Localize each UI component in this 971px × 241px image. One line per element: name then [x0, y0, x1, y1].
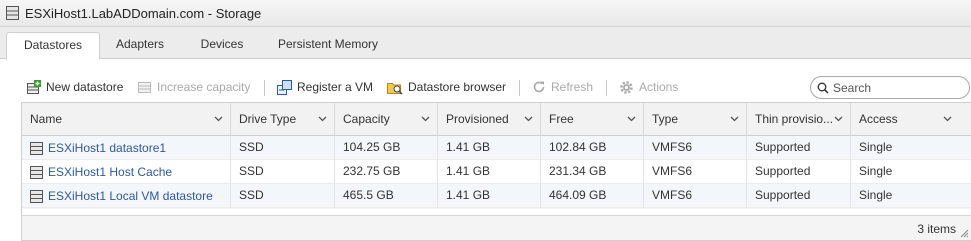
refresh-icon [533, 81, 545, 93]
resize-grip-icon[interactable] [960, 229, 969, 238]
search-icon [817, 82, 829, 94]
cell-thin-provisioning: Supported [747, 160, 851, 184]
cell-free: 231.34 GB [541, 160, 644, 184]
datastore-icon [30, 165, 43, 179]
table-header: Name Drive Type Capacity Provisioned Fre… [22, 103, 971, 136]
column-header-free[interactable]: Free [541, 103, 644, 136]
column-header-provisioned[interactable]: Provisioned [438, 103, 541, 136]
column-header-label: Type [652, 112, 679, 126]
window-title: ESXiHost1.LabADDomain.com - Storage [25, 5, 262, 21]
new-datastore-button[interactable]: New datastore [26, 76, 123, 98]
toolbar-separator [519, 80, 520, 96]
actions-button[interactable]: Actions [619, 76, 678, 98]
increase-capacity-icon [138, 81, 151, 93]
datastore-browser-icon [387, 82, 403, 95]
tab-devices[interactable]: Devices [186, 32, 258, 59]
column-header-capacity[interactable]: Capacity [335, 103, 438, 136]
cell-provisioned: 1.41 GB [438, 160, 541, 184]
table-row[interactable]: ESXiHost1 Host Cache SSD 232.75 GB 1.41 … [22, 160, 971, 184]
datastore-name-link[interactable]: ESXiHost1 Local VM datastore [48, 185, 213, 208]
cell-free: 464.09 GB [541, 184, 644, 208]
datastore-icon [30, 141, 43, 155]
toolbar-separator [264, 80, 265, 96]
cell-drive-type: SSD [231, 184, 335, 208]
tab-datastores[interactable]: Datastores [6, 32, 100, 60]
cell-capacity: 232.75 GB [335, 160, 438, 184]
window-titlebar: ESXiHost1.LabADDomain.com - Storage [0, 0, 971, 27]
tab-adapters[interactable]: Adapters [104, 32, 176, 59]
register-vm-label: Register a VM [297, 80, 374, 94]
cell-capacity: 104.25 GB [335, 136, 438, 160]
table-row[interactable]: ESXiHost1 datastore1 SSD 104.25 GB 1.41 … [22, 136, 971, 160]
column-header-access[interactable]: Access [851, 103, 971, 136]
refresh-button[interactable]: Refresh [532, 76, 593, 98]
column-header-label: Access [859, 112, 898, 126]
column-header-label: Capacity [343, 112, 390, 126]
datastore-browser-button[interactable]: Datastore browser [387, 76, 506, 98]
increase-capacity-button[interactable]: Increase capacity [137, 76, 250, 98]
datastore-browser-label: Datastore browser [408, 80, 507, 94]
cell-access: Single [859, 140, 893, 154]
cell-name[interactable]: ESXiHost1 Local VM datastore [22, 184, 231, 208]
chevron-down-icon[interactable] [524, 116, 533, 122]
column-header-label: Provisioned [446, 112, 509, 126]
cell-thin-provisioning: Supported [747, 184, 851, 208]
storage-icon [6, 6, 19, 20]
cell-drive-type: SSD [231, 160, 335, 184]
column-header-label: Drive Type [239, 112, 297, 126]
cell-access: Single [859, 164, 893, 178]
column-header-thin-provisioning[interactable]: Thin provisio... [747, 103, 851, 136]
chevron-down-icon[interactable] [943, 116, 952, 122]
cell-provisioned: 1.41 GB [438, 184, 541, 208]
register-vm-icon [277, 79, 292, 95]
table-footer: 3 items [22, 215, 971, 240]
cell-free: 102.84 GB [541, 136, 644, 160]
cell-thin-provisioning: Supported [747, 136, 851, 160]
chevron-down-icon[interactable] [730, 116, 739, 122]
datastore-table: Name Drive Type Capacity Provisioned Fre… [21, 102, 971, 241]
chevron-down-icon[interactable] [214, 116, 223, 122]
cell-type: VMFS6 [644, 136, 747, 160]
item-count: 3 items [917, 222, 956, 236]
cell-drive-type: SSD [231, 136, 335, 160]
tab-persistent-memory[interactable]: Persistent Memory [266, 32, 390, 59]
column-header-label: Name [30, 112, 63, 126]
chevron-down-icon[interactable] [318, 116, 327, 122]
toolbar-separator [606, 80, 607, 96]
column-header-drive-type[interactable]: Drive Type [231, 103, 335, 136]
chevron-down-icon[interactable] [421, 116, 430, 122]
datastore-name-link[interactable]: ESXiHost1 datastore1 [48, 137, 166, 160]
datastore-icon [30, 189, 43, 203]
cell-provisioned: 1.41 GB [438, 136, 541, 160]
cell-name[interactable]: ESXiHost1 Host Cache [22, 160, 231, 184]
chevron-down-icon[interactable] [627, 116, 636, 122]
column-header-label: Free [549, 112, 574, 126]
new-datastore-icon [27, 79, 41, 94]
increase-capacity-label: Increase capacity [157, 80, 251, 94]
cell-name[interactable]: ESXiHost1 datastore1 [22, 136, 231, 160]
cell-type: VMFS6 [644, 160, 747, 184]
table-row[interactable]: ESXiHost1 Local VM datastore SSD 465.5 G… [22, 184, 971, 208]
search-box[interactable] [810, 76, 970, 99]
cell-access: Single [859, 188, 893, 202]
search-input[interactable] [833, 80, 963, 95]
chevron-down-icon[interactable] [834, 116, 843, 122]
gear-icon [620, 80, 633, 94]
register-vm-button[interactable]: Register a VM [277, 76, 373, 98]
cell-type: VMFS6 [644, 184, 747, 208]
column-header-type[interactable]: Type [644, 103, 747, 136]
column-header-label: Thin provisio... [755, 112, 834, 126]
actions-label: Actions [639, 80, 679, 94]
tab-bar: Datastores Adapters Devices Persistent M… [0, 27, 971, 60]
column-header-name[interactable]: Name [22, 103, 231, 136]
cell-capacity: 465.5 GB [335, 184, 438, 208]
datastore-name-link[interactable]: ESXiHost1 Host Cache [48, 161, 172, 184]
new-datastore-label: New datastore [46, 80, 124, 94]
refresh-label: Refresh [551, 80, 594, 94]
